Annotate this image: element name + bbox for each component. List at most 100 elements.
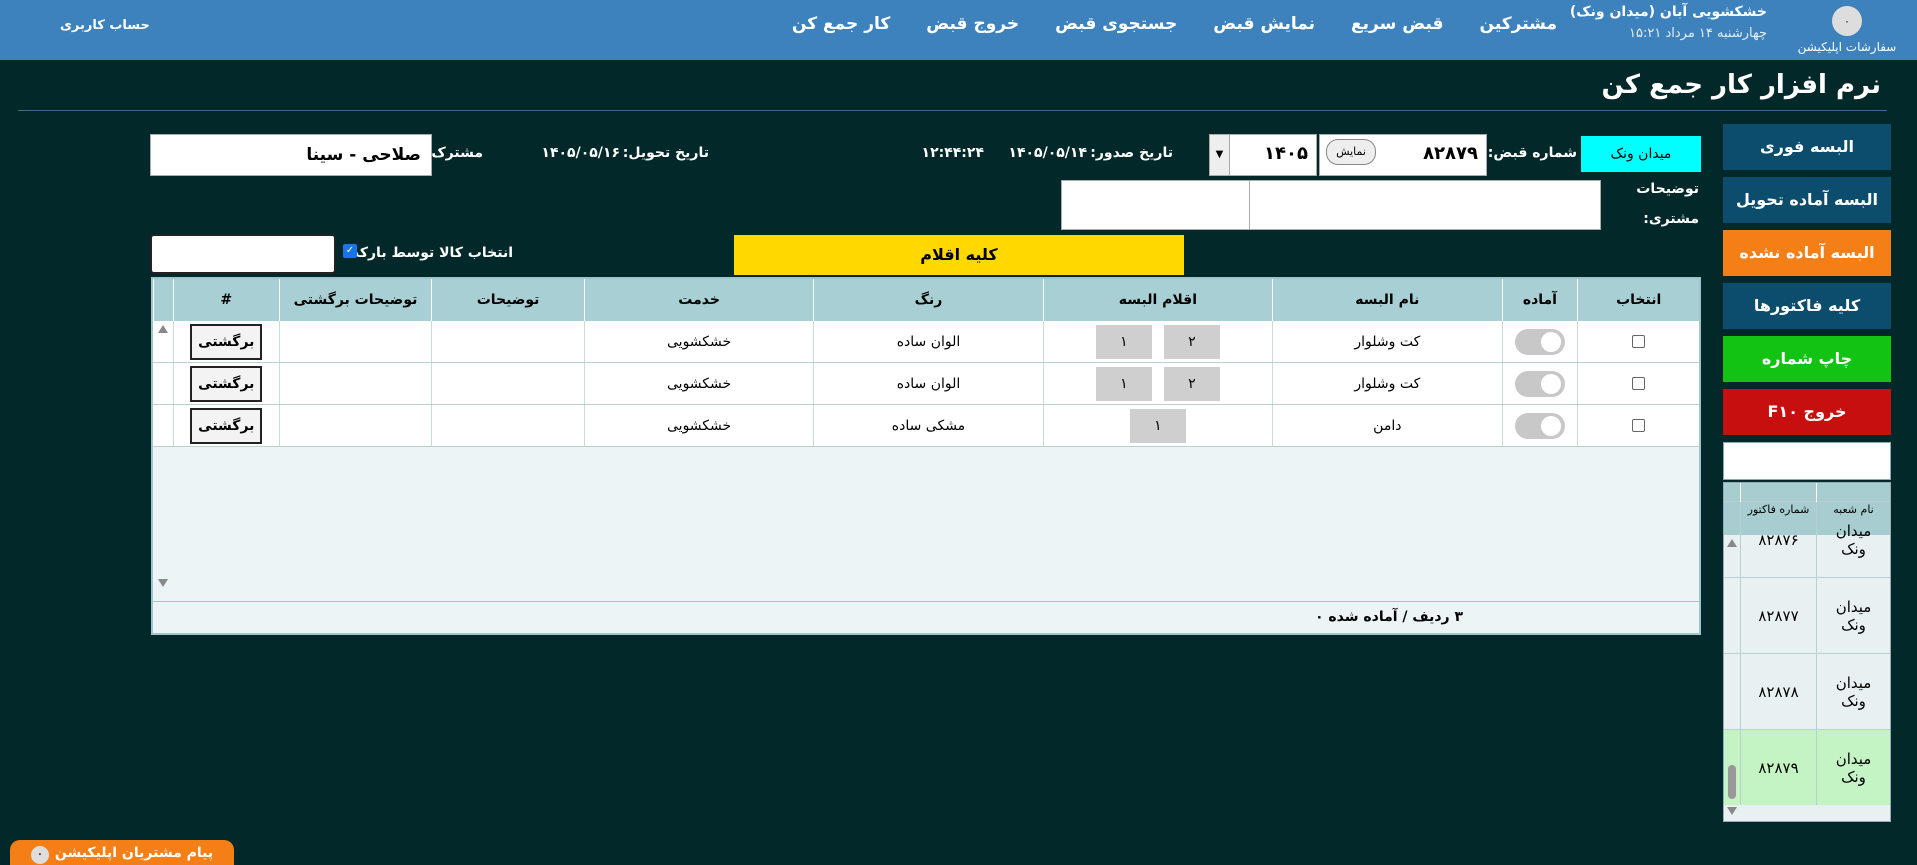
shop-name: خشکشویی آبان (میدان ونک) <box>1569 4 1767 20</box>
invoice-list-scrollbar[interactable] <box>1724 535 1740 821</box>
invoice-branch: میدان ونک <box>1816 578 1890 653</box>
chevron-down-icon[interactable]: ▼ <box>1210 135 1230 175</box>
item-qty[interactable]: ۱ <box>1095 324 1152 359</box>
item-qty[interactable]: ۲ <box>1163 324 1220 359</box>
return-button[interactable]: برگشتی <box>190 323 263 360</box>
app-orders-button[interactable]: ۰ سفارشات اپلیکیشن <box>1797 6 1897 54</box>
scroll-up-icon[interactable] <box>158 325 168 333</box>
cloth-description[interactable] <box>431 405 584 446</box>
table-row: کت وشلوار ۲ ۱ الوان ساده خشکشویی برگشتی <box>153 363 1699 405</box>
return-button[interactable]: برگشتی <box>190 407 263 444</box>
messages-label: پیام مشتریان اپلیکیشن <box>54 845 214 861</box>
customer-notes-field[interactable] <box>1061 180 1601 230</box>
header-cloth-items: اقلام البسه <box>1042 279 1272 321</box>
invoice-row[interactable]: میدان ونک ۸۲۸۷۶ <box>1724 501 1890 577</box>
title-divider <box>18 110 1887 111</box>
app-customer-messages-button[interactable]: پیام مشتریان اپلیکیشن ۰ <box>10 840 234 865</box>
cloth-description[interactable] <box>431 363 584 404</box>
return-description[interactable] <box>278 363 432 404</box>
invoice-list: نام شعبه شماره فاکتور میدان ونک ۸۲۸۷۶ می… <box>1723 482 1891 822</box>
invoice-number: ۸۲۸۷۸ <box>1740 654 1816 729</box>
return-description[interactable] <box>278 405 432 446</box>
app-orders-count: ۰ <box>1832 6 1862 36</box>
scroll-up-icon[interactable] <box>1727 539 1737 547</box>
year-select[interactable]: ۱۴۰۵ ▼ <box>1209 134 1317 176</box>
nav-customers[interactable]: مشترکین <box>1480 14 1557 34</box>
row-select-checkbox[interactable] <box>1632 419 1646 432</box>
header-cloth-name: نام البسه <box>1272 279 1501 321</box>
table-row: دامن ۱ مشکی ساده خشکشویی برگشتی <box>153 405 1699 447</box>
cloth-description[interactable] <box>431 321 584 362</box>
header-service: خدمت <box>583 279 813 321</box>
print-number-button[interactable]: چاپ شماره <box>1723 336 1891 382</box>
nav-search-receipt[interactable]: جستجوی قبض <box>1055 14 1177 34</box>
sidebar: البسه فوری البسه آماده تحویل البسه آماده… <box>1723 124 1891 480</box>
barcode-checkbox[interactable]: ✓ <box>343 244 357 258</box>
nav-exit-receipt[interactable]: خروج قبض <box>926 14 1019 34</box>
item-qty[interactable]: ۱ <box>1129 408 1186 443</box>
nav-work-collector[interactable]: کار جمع کن <box>792 14 890 34</box>
table-row: کت وشلوار ۲ ۱ الوان ساده خشکشویی برگشتی <box>153 321 1699 363</box>
all-invoices-button[interactable]: کلیه فاکتورها <box>1723 283 1891 329</box>
invoice-filter-input[interactable] <box>1723 442 1891 480</box>
issue-time-value: ۱۲:۴۴:۲۴ <box>921 145 984 161</box>
all-items-button[interactable]: کلیه اقلام <box>734 235 1184 275</box>
nav-show-receipt[interactable]: نمایش قبض <box>1213 14 1315 34</box>
scroll-thumb[interactable] <box>1728 765 1736 799</box>
scroll-down-icon[interactable] <box>1727 807 1737 815</box>
scroll-down-icon[interactable] <box>158 579 168 587</box>
cloth-name: کت وشلوار <box>1272 363 1501 404</box>
item-qty[interactable]: ۱ <box>1095 366 1152 401</box>
invoice-branch: میدان ونک <box>1816 730 1890 805</box>
table-scrollbar[interactable] <box>153 321 173 591</box>
row-select-checkbox[interactable] <box>1632 335 1646 348</box>
header-hash: # <box>172 279 279 321</box>
receipt-number-label: شماره قبض: <box>1487 145 1577 161</box>
customer-field[interactable]: صلاحی - سینا <box>150 134 432 176</box>
cloth-service: خشکشویی <box>583 363 813 404</box>
shop-date: چهارشنبه ۱۴ مرداد ۱۵:۲۱ <box>1629 26 1767 41</box>
header-color: رنگ <box>813 279 1042 321</box>
notes-label-line2: مشتری: <box>1643 211 1699 227</box>
invoice-row-selected[interactable]: میدان ونک ۸۲۸۷۹ <box>1724 729 1890 805</box>
barcode-input[interactable] <box>150 234 336 274</box>
return-button[interactable]: برگشتی <box>190 365 263 402</box>
receipt-number-field[interactable]: ۸۲۸۷۹ نمایش <box>1319 134 1487 176</box>
cloth-service: خشکشویی <box>583 321 813 362</box>
row-select-checkbox[interactable] <box>1632 377 1646 390</box>
ready-for-delivery-button[interactable]: البسه آماده تحویل <box>1723 177 1891 223</box>
year-value: ۱۴۰۵ <box>1264 143 1308 164</box>
invoice-row[interactable]: میدان ونک ۸۲۸۷۷ <box>1724 577 1890 653</box>
branch-field[interactable]: میدان ونک <box>1581 136 1701 172</box>
cloth-name: کت وشلوار <box>1272 321 1501 362</box>
header-ready: آماده <box>1501 279 1578 321</box>
notes-label-line1: توضیحات <box>1636 181 1699 197</box>
cloth-name: دامن <box>1272 405 1501 446</box>
header-description: توضیحات <box>431 279 584 321</box>
shop-info: خشکشویی آبان (میدان ونک) چهارشنبه ۱۴ مرد… <box>1570 4 1767 41</box>
ready-toggle[interactable] <box>1514 370 1565 397</box>
item-qty[interactable]: ۲ <box>1163 366 1220 401</box>
show-receipt-button[interactable]: نمایش <box>1326 139 1376 165</box>
invoice-branch: میدان ونک <box>1816 654 1890 729</box>
ready-toggle[interactable] <box>1514 412 1565 439</box>
user-account-link[interactable]: حساب کاربری <box>60 18 150 33</box>
delivery-date-value: ۱۴۰۵/۰۵/۱۶ <box>541 145 620 161</box>
invoice-number: ۸۲۸۷۷ <box>1740 578 1816 653</box>
urgent-clothes-button[interactable]: البسه فوری <box>1723 124 1891 170</box>
nav-quick-receipt[interactable]: قبض سریع <box>1351 14 1443 34</box>
delivery-date-label: تاریخ تحویل: <box>622 145 709 161</box>
cloth-color: الوان ساده <box>813 321 1042 362</box>
return-description[interactable] <box>278 321 432 362</box>
cloth-color: مشکی ساده <box>813 405 1042 446</box>
top-bar: ۰ سفارشات اپلیکیشن خشکشویی آبان (میدان و… <box>0 0 1917 60</box>
ready-toggle[interactable] <box>1514 328 1565 355</box>
exit-f10-button[interactable]: خروج F۱۰ <box>1723 389 1891 435</box>
cloth-service: خشکشویی <box>583 405 813 446</box>
not-ready-button[interactable]: البسه آماده نشده <box>1723 230 1891 276</box>
cloth-items: ۲ ۱ <box>1042 321 1272 362</box>
invoice-row[interactable]: میدان ونک ۸۲۸۷۸ <box>1724 653 1890 729</box>
header-return-description: توضیحات برگشتی <box>278 279 432 321</box>
cloth-items: ۱ <box>1042 405 1272 446</box>
table-footer-summary: ۳ ردیف / آماده شده ۰ <box>153 601 1699 633</box>
